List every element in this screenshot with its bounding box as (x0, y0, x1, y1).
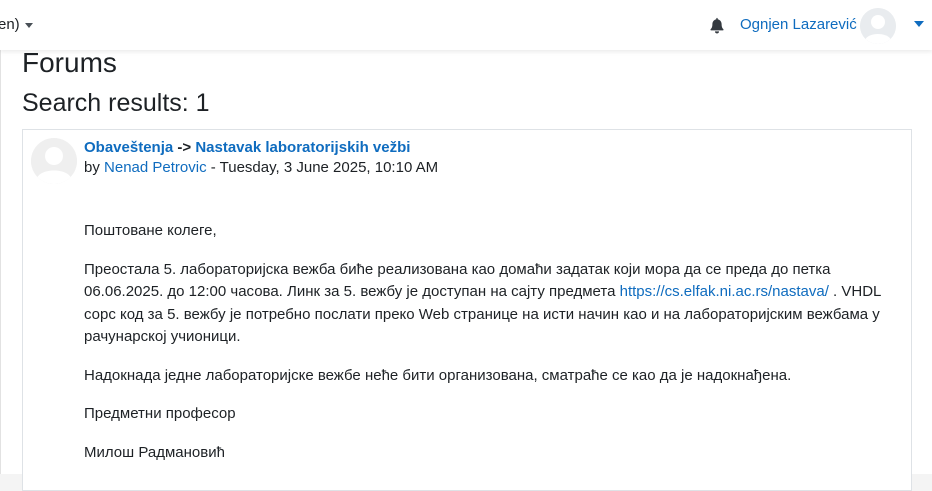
post-signature: Милош Радмановић (84, 443, 225, 461)
by-label: by (84, 159, 100, 176)
results-heading: Search results: 1 (22, 89, 210, 117)
discussion-link[interactable]: Nastavak laboratorijskih vežbi (195, 139, 410, 156)
language-label: en) (0, 16, 20, 33)
forum-post: Obaveštenja -> Nastavak laboratorijskih … (22, 129, 912, 491)
author-avatar-icon (31, 138, 77, 184)
course-site-link[interactable]: https://cs.elfak.ni.ac.rs/nastava/ (620, 283, 829, 300)
page-content: Forums Search results: 1 Obaveštenja -> … (0, 47, 932, 491)
post-body: Поштоване колеге, Преостала 5. лаборатор… (84, 220, 894, 480)
post-greeting: Поштоване колеге, (84, 222, 217, 239)
forum-link[interactable]: Obaveštenja (84, 139, 173, 156)
page-title: Forums (22, 47, 117, 78)
post-paragraph-3: Предметни професор (84, 405, 236, 422)
post-paragraph-1: Преостала 5. лабораторијска вежба биће р… (84, 259, 894, 349)
post-date: - Tuesday, 3 June 2025, 10:10 AM (210, 159, 439, 176)
author-link[interactable]: Nenad Petrovic (104, 159, 207, 176)
language-menu[interactable]: en) (0, 16, 33, 33)
post-byline: by Nenad Petrovic - Tuesday, 3 June 2025… (84, 159, 438, 176)
user-menu-name[interactable]: Ognjen Lazarević (740, 16, 857, 33)
caret-down-icon (24, 22, 33, 28)
user-avatar[interactable] (860, 8, 896, 44)
top-navbar: en) Ognjen Lazarević (0, 0, 932, 50)
bell-icon[interactable] (708, 16, 726, 34)
post-subject: Obaveštenja -> Nastavak laboratorijskih … (84, 139, 410, 156)
subject-separator: -> (177, 139, 192, 156)
user-menu-caret-icon[interactable] (914, 21, 924, 27)
user-avatar-icon (860, 8, 896, 44)
post-paragraph-2: Надокнада једне лабораторијске вежбе нећ… (84, 366, 792, 384)
author-avatar[interactable] (31, 138, 77, 184)
